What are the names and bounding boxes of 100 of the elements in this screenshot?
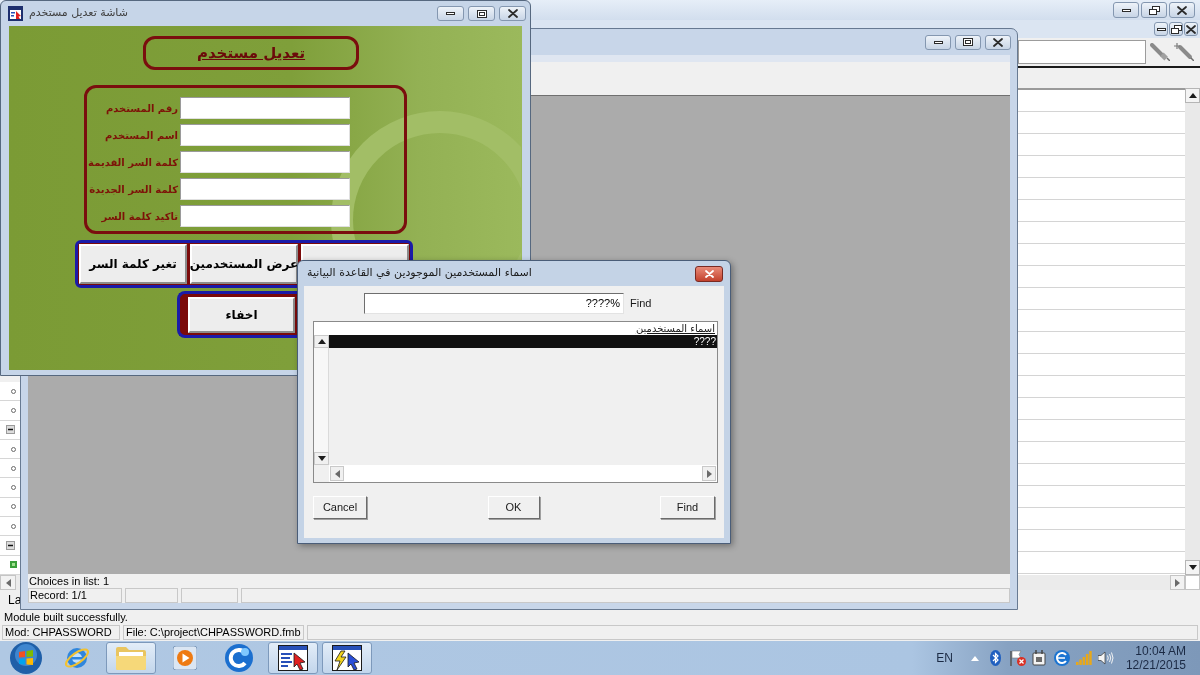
toolbar-field[interactable] xyxy=(1018,40,1146,64)
minimize-button[interactable] xyxy=(437,6,464,21)
clock-time: 10:04 AM xyxy=(1135,644,1186,658)
collapse-icon[interactable] xyxy=(6,541,15,550)
right-triangle-icon xyxy=(1175,578,1180,587)
e-logo-icon[interactable] xyxy=(1053,650,1070,666)
status-cell: Mod: CHPASSWORD xyxy=(2,625,120,640)
find-label: Find xyxy=(630,296,652,312)
field-label: اسم المستخدم xyxy=(103,128,178,143)
minimize-icon xyxy=(933,40,943,44)
status-message: Module built successfully. xyxy=(4,611,128,624)
find-button[interactable]: Find xyxy=(660,496,715,519)
close-button[interactable] xyxy=(499,6,526,21)
restore-button[interactable] xyxy=(1169,22,1183,36)
input-field[interactable] xyxy=(180,124,350,146)
bullet-icon xyxy=(11,504,16,510)
taskbar-button[interactable] xyxy=(268,642,318,674)
up-triangle-icon xyxy=(1188,93,1197,98)
maximize-button[interactable] xyxy=(468,6,495,21)
field-label: رقم المستخدم xyxy=(104,101,178,116)
scroll-right-button[interactable] xyxy=(1170,575,1185,590)
down-triangle-icon xyxy=(1188,565,1197,570)
folder-icon xyxy=(116,646,146,670)
windows-orb-icon xyxy=(10,642,42,674)
close-icon xyxy=(704,269,714,278)
window-title: شاشة تعديل مستخدم xyxy=(29,5,128,22)
find-field[interactable]: ????% xyxy=(364,293,624,314)
flag-icon[interactable] xyxy=(1009,650,1026,666)
taskbar-button[interactable] xyxy=(322,642,372,674)
record-indicator: Record: 1/1 xyxy=(28,588,122,603)
close-button[interactable] xyxy=(1169,2,1195,18)
minimize-icon xyxy=(1121,8,1131,12)
bullet-icon xyxy=(11,523,16,529)
bluetooth-icon[interactable] xyxy=(989,650,1001,666)
bullet-icon xyxy=(11,485,16,491)
form-button[interactable]: تغير كلمة السر xyxy=(79,244,187,284)
close-button[interactable] xyxy=(985,34,1011,50)
collapse-icon[interactable] xyxy=(6,425,15,435)
speaker-icon[interactable] xyxy=(1097,651,1114,665)
caret-up-icon xyxy=(970,655,979,661)
hide-button[interactable]: اخفاء xyxy=(188,297,295,333)
app-window-icon xyxy=(8,6,23,21)
restore-button[interactable] xyxy=(1141,2,1167,18)
bullet-icon xyxy=(11,446,16,452)
close-button[interactable] xyxy=(1184,22,1198,36)
minimize-button[interactable] xyxy=(1113,2,1139,18)
status-cell: File: C:\project\CHPASSWORD.fmb xyxy=(123,625,304,640)
field-label: تاكيد كلمة السر xyxy=(100,209,178,224)
status-message: Choices in list: 1 xyxy=(29,574,110,588)
input-field[interactable] xyxy=(180,205,350,227)
scroll-up-button[interactable] xyxy=(1185,88,1200,103)
close-icon xyxy=(1177,5,1187,15)
scroll-up-button[interactable] xyxy=(314,335,329,348)
list-row[interactable]: ???? xyxy=(329,335,717,348)
input-field[interactable] xyxy=(180,151,350,173)
maximize-icon xyxy=(476,9,487,18)
scroll-down-button[interactable] xyxy=(1185,560,1200,575)
form-heading: تعديل مستخدم xyxy=(196,42,306,64)
dialog-title: اسماء المستخدمين الموجودين في القاعدة البيانية xyxy=(307,265,532,282)
wand-icon[interactable] xyxy=(1150,43,1170,61)
bullet-icon xyxy=(11,407,16,413)
field-label: كلمة السر القديمة xyxy=(87,155,178,170)
close-icon xyxy=(993,37,1003,47)
left-triangle-icon xyxy=(5,578,11,587)
maximize-icon xyxy=(963,38,973,46)
scrollbar-corner xyxy=(1185,575,1200,590)
minimize-button[interactable] xyxy=(925,34,951,50)
scroll-down-button[interactable] xyxy=(314,452,329,465)
window-cursor-icon xyxy=(278,645,308,671)
module-icon xyxy=(10,561,17,569)
close-button[interactable] xyxy=(695,265,723,282)
close-icon xyxy=(1186,24,1196,34)
ok-button[interactable]: OK xyxy=(487,496,540,519)
down-triangle-icon xyxy=(317,456,326,461)
clock-date: 12/21/2015 xyxy=(1125,658,1186,672)
status-cell xyxy=(181,588,238,603)
input-field[interactable] xyxy=(180,97,350,119)
minimize-button[interactable] xyxy=(1154,22,1168,36)
play-icon xyxy=(173,646,197,670)
status-cell xyxy=(125,588,178,603)
scroll-left-button[interactable] xyxy=(0,575,16,590)
minimize-icon xyxy=(1156,27,1166,31)
field-label: كلمة السر الجديدة xyxy=(88,182,178,197)
window-lightning-icon xyxy=(332,645,362,671)
up-triangle-icon xyxy=(317,339,326,344)
input-field[interactable] xyxy=(180,178,350,200)
close-icon xyxy=(507,9,518,18)
scroll-left-button[interactable] xyxy=(330,466,344,481)
plug-icon[interactable] xyxy=(1031,650,1046,666)
minimize-icon xyxy=(446,12,455,15)
wand-sparkle-icon[interactable] xyxy=(1174,43,1194,61)
restore-icon xyxy=(1148,5,1160,15)
right-triangle-icon xyxy=(706,469,712,478)
scroll-right-button[interactable] xyxy=(702,466,716,481)
restore-icon xyxy=(1170,24,1182,34)
language-indicator[interactable]: EN xyxy=(936,649,953,667)
bullet-icon xyxy=(11,388,16,394)
cancel-button[interactable]: Cancel xyxy=(313,496,367,519)
form-button[interactable]: عرض المستخدمين xyxy=(190,244,298,284)
maximize-button[interactable] xyxy=(955,34,981,50)
